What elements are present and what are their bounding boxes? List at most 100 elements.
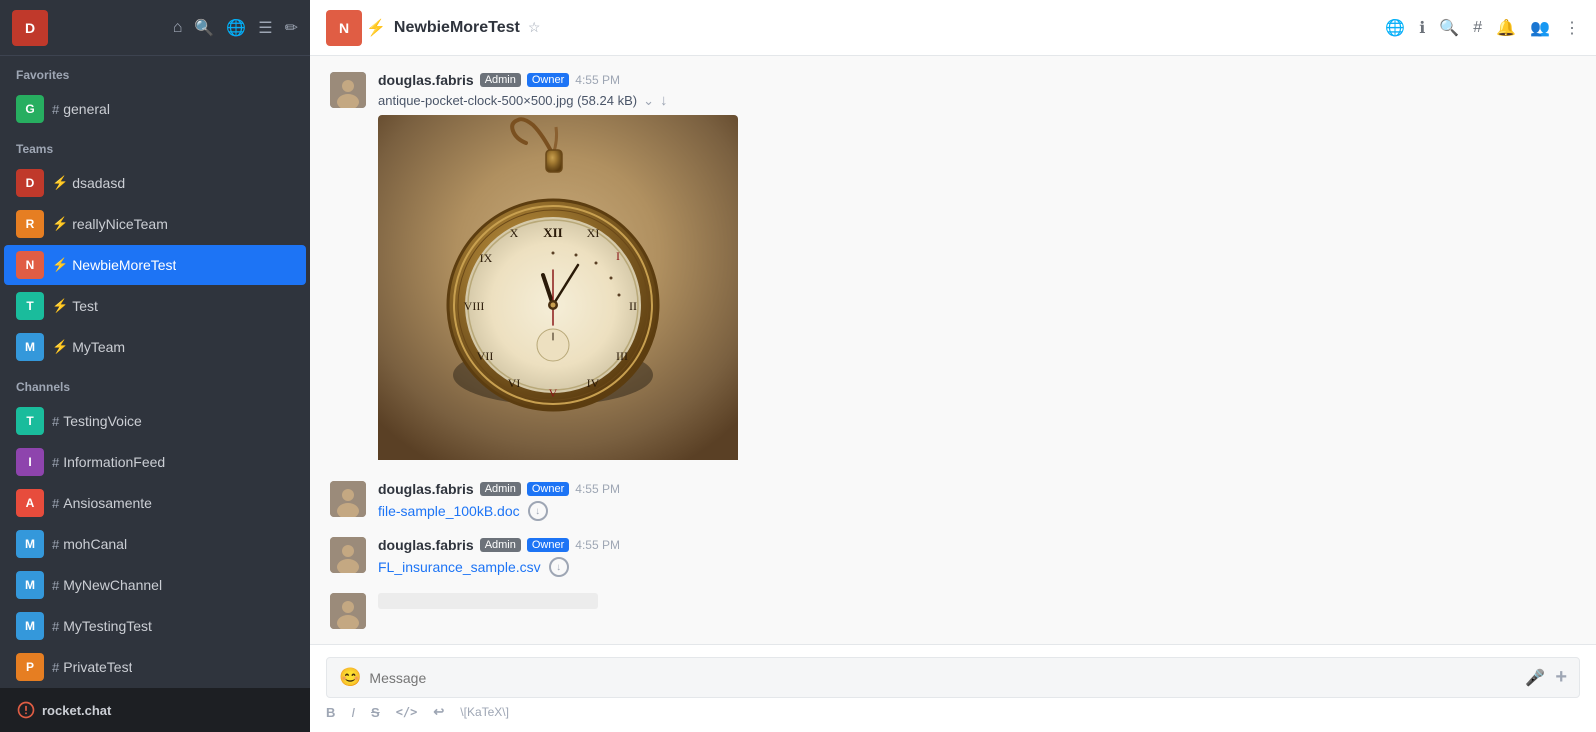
avatar-svg-2 bbox=[330, 481, 366, 517]
message-group: douglas.fabris Admin Owner 4:55 PM antiq… bbox=[330, 72, 1576, 465]
sidebar-toolbar: ⌂ 🔍 🌐 ☰ ✏ bbox=[173, 18, 298, 38]
message-text-input[interactable] bbox=[369, 670, 1517, 686]
mohCanal-avatar: M bbox=[16, 530, 44, 558]
channels-label: Channels bbox=[0, 368, 310, 400]
file-download-link-csv[interactable]: FL_insurance_sample.csv bbox=[378, 559, 541, 575]
team-header-icon: ⚡ bbox=[366, 18, 386, 38]
svg-text:XI: XI bbox=[587, 226, 600, 240]
channel-name: NewbieMoreTest bbox=[72, 257, 176, 273]
bell-icon[interactable]: 🔔 bbox=[1496, 18, 1516, 38]
add-attachment-icon[interactable]: + bbox=[1555, 666, 1567, 689]
sidebar-item-PrivateTest[interactable]: P # PrivateTest bbox=[4, 647, 306, 687]
sidebar-item-MyNewChannel[interactable]: M # MyNewChannel bbox=[4, 565, 306, 605]
sidebar-header: D ⌂ 🔍 🌐 ☰ ✏ bbox=[0, 0, 310, 56]
rocket-logo-icon bbox=[16, 700, 36, 720]
message-input-row: 😊 🎤 + bbox=[326, 657, 1580, 698]
user-avatar-msg2 bbox=[330, 481, 366, 517]
message-time: 4:55 PM bbox=[575, 482, 620, 496]
italic-format-button[interactable]: I bbox=[351, 705, 355, 720]
svg-text:II: II bbox=[629, 299, 637, 313]
file-info: antique-pocket-clock-500×500.jpg (58.24 … bbox=[378, 92, 1576, 109]
file-download-button[interactable]: ↓ bbox=[528, 501, 548, 521]
sidebar-item-MyTeam[interactable]: M ⚡ MyTeam bbox=[4, 327, 306, 367]
svg-text:VII: VII bbox=[477, 349, 494, 363]
rocket-chat-logo: rocket.chat bbox=[16, 700, 111, 720]
channel-name: MyTeam bbox=[72, 339, 125, 355]
message-group-2: douglas.fabris Admin Owner 4:55 PM file-… bbox=[330, 481, 1576, 521]
sidebar-item-reallyNiceTeam[interactable]: R ⚡ reallyNiceTeam bbox=[4, 204, 306, 244]
svg-text:XII: XII bbox=[543, 225, 563, 240]
globe-icon[interactable]: 🌐 bbox=[226, 18, 246, 38]
sidebar-item-InformationFeed[interactable]: I # InformationFeed bbox=[4, 442, 306, 482]
favorites-label: Favorites bbox=[0, 56, 310, 88]
sidebar-item-NewbieMoreTest[interactable]: N ⚡ NewbieMoreTest bbox=[4, 245, 306, 285]
admin-badge: Admin bbox=[480, 73, 521, 87]
MyNewChannel-avatar: M bbox=[16, 571, 44, 599]
sidebar-item-general[interactable]: G # general bbox=[4, 89, 306, 129]
channel-hash-icon: # bbox=[52, 496, 59, 511]
sidebar-item-Ansiosamente[interactable]: A # Ansiosamente bbox=[4, 483, 306, 523]
message-content-3: douglas.fabris Admin Owner 4:55 PM FL_in… bbox=[378, 537, 1576, 577]
sidebar-item-Test[interactable]: T ⚡ Test bbox=[4, 286, 306, 326]
avatar-svg-4 bbox=[330, 593, 366, 629]
channel-hash-icon: # bbox=[52, 619, 59, 634]
general-avatar: G bbox=[16, 95, 44, 123]
bold-format-button[interactable]: B bbox=[326, 705, 335, 720]
team-icon: ⚡ bbox=[52, 175, 68, 191]
user-avatar[interactable]: D bbox=[12, 10, 48, 46]
members-icon[interactable]: 👥 bbox=[1530, 18, 1550, 38]
emoji-picker-button[interactable]: 😊 bbox=[339, 667, 361, 688]
sidebar-item-TestingVoice[interactable]: T # TestingVoice bbox=[4, 401, 306, 441]
kebab-menu-globe-icon[interactable]: 🌐 bbox=[1385, 18, 1405, 38]
channel-name: TestingVoice bbox=[63, 413, 142, 429]
svg-text:VIII: VIII bbox=[464, 299, 485, 313]
svg-text:IX: IX bbox=[480, 251, 493, 265]
more-options-icon[interactable]: ⋮ bbox=[1564, 18, 1580, 38]
favorite-star-button[interactable]: ☆ bbox=[528, 19, 541, 36]
quote-format-button[interactable]: ↩ bbox=[433, 704, 444, 720]
info-icon[interactable]: ℹ bbox=[1419, 18, 1425, 38]
message-input-area: 😊 🎤 + B I S </> ↩ \[KaTeX\] bbox=[310, 644, 1596, 732]
compose-icon[interactable]: ✏ bbox=[285, 18, 298, 38]
sidebar: D ⌂ 🔍 🌐 ☰ ✏ Favorites G # general Teams … bbox=[0, 0, 310, 732]
main-header: N ⚡ NewbieMoreTest ☆ 🌐 ℹ 🔍 # 🔔 👥 ⋮ bbox=[310, 0, 1596, 56]
message-image[interactable]: XII I II III IV V VI VII VIII IX X XI bbox=[378, 115, 738, 465]
hashtag-header-icon[interactable]: # bbox=[1473, 19, 1482, 37]
message-meta-2: douglas.fabris Admin Owner 4:55 PM bbox=[378, 481, 1576, 497]
InformationFeed-avatar: I bbox=[16, 448, 44, 476]
Test-avatar: T bbox=[16, 292, 44, 320]
teams-label: Teams bbox=[0, 130, 310, 162]
clock-image-svg: XII I II III IV V VI VII VIII IX X XI bbox=[378, 115, 738, 460]
search-icon[interactable]: 🔍 bbox=[194, 18, 214, 38]
team-icon: ⚡ bbox=[52, 298, 68, 314]
chevron-down-icon[interactable]: ⌄ bbox=[643, 93, 654, 109]
user-avatar-msg1 bbox=[330, 72, 366, 108]
MyTestingTest-avatar: M bbox=[16, 612, 44, 640]
reallyNiceTeam-avatar: R bbox=[16, 210, 44, 238]
svg-text:X: X bbox=[510, 226, 519, 240]
message-group-4 bbox=[330, 593, 1576, 629]
home-icon[interactable]: ⌂ bbox=[173, 19, 183, 37]
main-panel: N ⚡ NewbieMoreTest ☆ 🌐 ℹ 🔍 # 🔔 👥 ⋮ bbox=[310, 0, 1596, 732]
channel-name: Ansiosamente bbox=[63, 495, 152, 511]
file-download-button-csv[interactable]: ↓ bbox=[549, 557, 569, 577]
file-download-link[interactable]: file-sample_100kB.doc bbox=[378, 503, 520, 519]
sidebar-item-dsadasd[interactable]: D ⚡ dsadasd bbox=[4, 163, 306, 203]
download-icon[interactable]: ↓ bbox=[660, 92, 668, 109]
code-format-button[interactable]: </> bbox=[396, 705, 418, 719]
katex-format-button[interactable]: \[KaTeX\] bbox=[460, 705, 509, 719]
strikethrough-format-button[interactable]: S bbox=[371, 705, 380, 720]
channel-hash-icon: # bbox=[52, 455, 59, 470]
channel-name: PrivateTest bbox=[63, 659, 132, 675]
svg-text:I: I bbox=[616, 249, 620, 263]
MyTeam-avatar: M bbox=[16, 333, 44, 361]
sidebar-item-MyTestingTest[interactable]: M # MyTestingTest bbox=[4, 606, 306, 646]
message-time: 4:55 PM bbox=[575, 73, 620, 87]
search-header-icon[interactable]: 🔍 bbox=[1439, 18, 1459, 38]
file-name: antique-pocket-clock-500×500.jpg (58.24 … bbox=[378, 93, 637, 108]
microphone-icon[interactable]: 🎤 bbox=[1525, 668, 1545, 688]
sort-icon[interactable]: ☰ bbox=[258, 18, 272, 38]
channel-name: dsadasd bbox=[72, 175, 125, 191]
sidebar-item-mohCanal[interactable]: M # mohCanal bbox=[4, 524, 306, 564]
message-loading-placeholder bbox=[378, 593, 598, 609]
